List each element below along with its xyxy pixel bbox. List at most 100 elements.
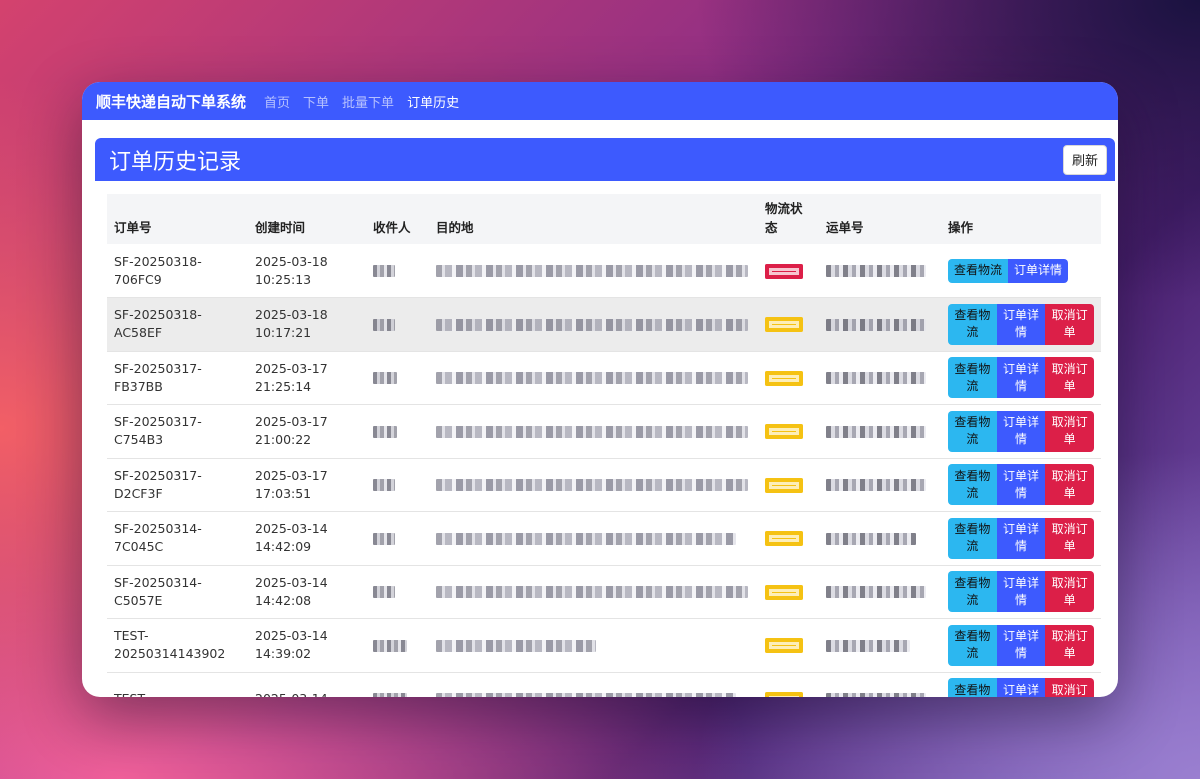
nav-create-order[interactable]: 下单 [303, 92, 329, 111]
nav-batch-order[interactable]: 批量下单 [342, 92, 394, 111]
track-logistics-button[interactable]: 查看物流 [948, 464, 997, 506]
order-number: TEST-20250314143902 [107, 618, 248, 673]
order-number: SF-20250317-C754B3 [107, 404, 248, 459]
recipient-cell [366, 618, 429, 673]
table-row: TEST-20250314143902 2025-03-14 14:39:02 … [107, 618, 1101, 673]
status-badge [765, 370, 803, 386]
order-detail-button[interactable]: 订单详情 [996, 464, 1046, 506]
created-time-text: 2025-03-18 10:25:13 [255, 253, 328, 287]
track-logistics-button[interactable]: 查看物流 [948, 517, 997, 559]
destination-redacted [436, 639, 596, 652]
destination-redacted [436, 693, 736, 697]
waybill-cell [819, 297, 941, 352]
recipient-cell [366, 672, 429, 697]
order-detail-button[interactable]: 订单详情 [996, 571, 1046, 613]
order-history-card: 订单历史记录 刷新 订单号 创建时间 收件人 目的地 物流状态 运单号 操作 S… [95, 138, 1115, 697]
status-badge [765, 424, 803, 440]
action-button-group: 查看物流 订单详情 取消订单 [948, 517, 1095, 559]
status-badge [765, 638, 803, 654]
waybill-cell [819, 565, 941, 619]
status-cell [758, 618, 819, 673]
actions-cell: 查看物流 订单详情 [941, 244, 1101, 298]
refresh-button[interactable]: 刷新 [1063, 144, 1107, 175]
destination-redacted [436, 372, 748, 385]
status-cell [758, 244, 819, 298]
status-cell [758, 351, 819, 405]
track-logistics-button[interactable]: 查看物流 [948, 410, 997, 452]
destination-redacted [436, 586, 748, 599]
nav-order-history[interactable]: 订单历史 [407, 92, 459, 111]
track-logistics-button[interactable]: 查看物流 [948, 624, 997, 666]
cancel-order-button[interactable]: 取消订单 [1045, 517, 1095, 559]
order-number-text: SF-20250317-D2CF3F [114, 467, 202, 501]
order-detail-button[interactable]: 订单详情 [996, 357, 1046, 399]
recipient-redacted [373, 318, 395, 331]
destination-redacted [436, 425, 748, 438]
status-cell [758, 297, 819, 352]
cancel-order-button[interactable]: 取消订单 [1045, 571, 1095, 613]
waybill-redacted [826, 586, 926, 599]
recipient-redacted [373, 479, 395, 492]
waybill-cell [819, 618, 941, 673]
actions-cell: 查看物流 订单详情 取消订单 [941, 618, 1101, 673]
cancel-order-button[interactable]: 取消订单 [1045, 357, 1095, 399]
created-time-text: 2025-03-14 14:42:09 [255, 521, 328, 555]
track-logistics-button[interactable]: 查看物流 [948, 357, 997, 399]
order-detail-button[interactable]: 订单详情 [996, 410, 1046, 452]
waybill-redacted [826, 639, 910, 652]
track-logistics-button[interactable]: 查看物流 [948, 258, 1009, 283]
status-cell [758, 511, 819, 566]
nav-home[interactable]: 首页 [264, 92, 290, 111]
order-detail-button[interactable]: 订单详情 [996, 517, 1046, 559]
order-detail-button[interactable]: 订单详情 [996, 678, 1046, 697]
cancel-order-button[interactable]: 取消订单 [1045, 624, 1095, 666]
page-title: 订单历史记录 [109, 149, 242, 175]
recipient-cell [366, 404, 429, 459]
created-time: 2025-03-18 10:17:21 [248, 297, 366, 352]
cancel-order-button[interactable]: 取消订单 [1045, 678, 1095, 697]
status-badge [765, 584, 803, 600]
order-number: SF-20250318-706FC9 [107, 244, 248, 298]
table-row: SF-20250317-C754B3 2025-03-17 21:00:22 查… [107, 404, 1101, 459]
waybill-cell [819, 404, 941, 459]
order-number-text: TEST- [114, 691, 148, 697]
table-row: TEST- 2025-03-14 查看物流 订单详情 取消订单 [107, 672, 1101, 697]
created-time: 2025-03-17 17:03:51 [248, 458, 366, 512]
order-table-wrap: 订单号 创建时间 收件人 目的地 物流状态 运单号 操作 SF-20250318… [107, 194, 1101, 697]
order-detail-button[interactable]: 订单详情 [1008, 258, 1069, 283]
card-header: 订单历史记录 刷新 [95, 138, 1115, 181]
track-logistics-button[interactable]: 查看物流 [948, 303, 997, 345]
order-detail-button[interactable]: 订单详情 [996, 624, 1046, 666]
actions-cell: 查看物流 订单详情 取消订单 [941, 565, 1101, 619]
track-logistics-button[interactable]: 查看物流 [948, 678, 997, 697]
order-number: SF-20250317-FB37BB [107, 351, 248, 405]
waybill-redacted [826, 265, 926, 277]
table-row: SF-20250314-7C045C 2025-03-14 14:42:09 查… [107, 511, 1101, 566]
created-time-text: 2025-03-17 21:00:22 [255, 414, 328, 448]
cancel-order-button[interactable]: 取消订单 [1045, 303, 1095, 345]
action-button-group: 查看物流 订单详情 取消订单 [948, 624, 1095, 666]
cancel-order-button[interactable]: 取消订单 [1045, 464, 1095, 506]
table-row: SF-20250318-706FC9 2025-03-18 10:25:13 查… [107, 244, 1101, 298]
waybill-redacted [826, 372, 926, 385]
track-logistics-button[interactable]: 查看物流 [948, 571, 997, 613]
status-badge [765, 477, 803, 493]
destination-cell [429, 618, 758, 673]
created-time: 2025-03-14 14:42:08 [248, 565, 366, 619]
top-navbar: 顺丰快递自动下单系统 首页 下单 批量下单 订单历史 [82, 82, 1118, 120]
created-time-text: 2025-03-14 [255, 691, 328, 697]
order-detail-button[interactable]: 订单详情 [996, 303, 1046, 345]
cancel-order-button[interactable]: 取消订单 [1045, 410, 1095, 452]
destination-cell [429, 511, 758, 566]
recipient-redacted [373, 372, 397, 385]
destination-cell [429, 672, 758, 697]
destination-redacted [436, 318, 748, 331]
brand-title[interactable]: 顺丰快递自动下单系统 [96, 91, 246, 112]
recipient-redacted [373, 532, 395, 545]
recipient-redacted [373, 265, 395, 277]
destination-redacted [436, 532, 736, 545]
waybill-redacted [826, 693, 926, 697]
order-number: SF-20250314-C5057E [107, 565, 248, 619]
status-cell [758, 565, 819, 619]
table-row: SF-20250317-D2CF3F 2025-03-17 17:03:51 查… [107, 458, 1101, 512]
